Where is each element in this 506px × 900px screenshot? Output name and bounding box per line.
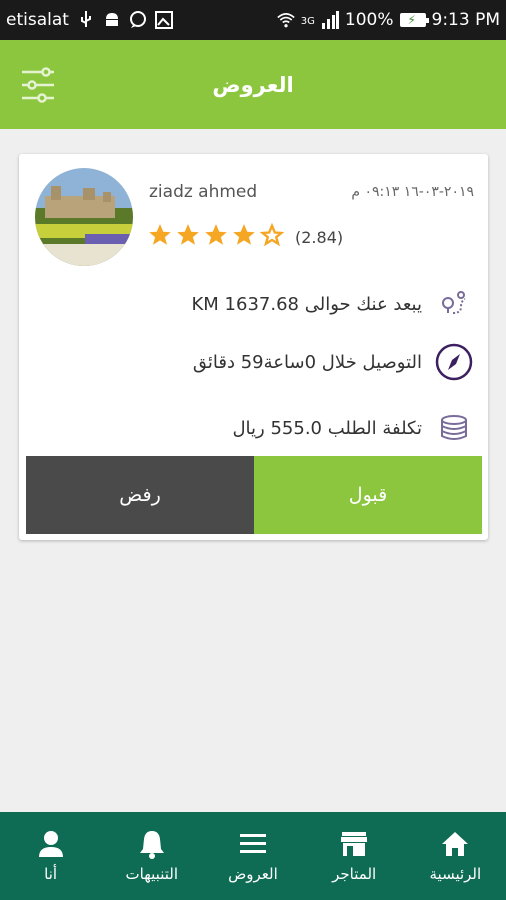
star-filled-icon — [205, 224, 227, 245]
offer-date: ٢٠١٩-٠٣-١٦ ٠٩:١٣ م — [351, 184, 474, 200]
star-filled-icon — [233, 224, 255, 245]
page-title: العروض — [212, 72, 294, 97]
cost-text: تكلفة الطلب 555.0 ريال — [232, 417, 422, 439]
android-icon — [103, 11, 121, 29]
coins-icon — [434, 408, 474, 448]
nav-item-notifications[interactable]: التنبيهات — [101, 812, 202, 900]
user-name: ziadz ahmed — [149, 182, 258, 202]
signal-icon — [321, 11, 339, 29]
clock: 9:13 PM — [431, 10, 501, 30]
nav-label: التنبيهات — [125, 865, 178, 883]
nav-label: المتاجر — [332, 865, 377, 883]
rating-value: (2.84) — [295, 228, 344, 247]
distance-row: يبعد عنك حوالى KM 1637.68 — [192, 284, 475, 324]
usb-icon — [77, 11, 95, 29]
star-outline-icon — [259, 222, 285, 247]
battery-percent: 100% — [344, 10, 394, 30]
chat-icon — [129, 11, 147, 29]
battery-icon: ⚡ — [399, 13, 429, 27]
rating-stars — [147, 222, 285, 248]
status-bar: etisalat 3G 100% ⚡ 9:13 PM — [0, 0, 506, 40]
store-icon — [341, 832, 368, 856]
carrier-label: etisalat — [6, 10, 69, 30]
filter-icon — [22, 67, 54, 103]
nav-label: العروض — [228, 865, 278, 883]
nav-item-offers[interactable]: العروض — [202, 812, 303, 900]
distance-text: يبعد عنك حوالى KM 1637.68 — [191, 293, 423, 315]
network-type: 3G — [300, 16, 315, 27]
offer-card: ziadz ahmed ٢٠١٩-٠٣-١٦ ٠٩:١٣ م (2.84) يب… — [19, 154, 488, 540]
nav-item-home[interactable]: الرئيسية — [405, 812, 506, 900]
nav-label: أنا — [44, 865, 58, 883]
bell-icon — [139, 831, 164, 859]
bottom-nav: أنا التنبيهات العروض المتاجر الرئيسية — [0, 812, 506, 900]
nav-item-profile[interactable]: أنا — [0, 812, 101, 900]
delivery-row: التوصيل خلال 0ساعة59 دقائق — [193, 342, 474, 382]
accept-button[interactable]: قبول — [254, 456, 482, 534]
nav-label: الرئيسية — [429, 865, 482, 883]
filter-button[interactable] — [20, 66, 56, 104]
star-filled-icon — [177, 224, 199, 245]
home-icon — [442, 832, 469, 856]
action-buttons: رفض قبول — [26, 456, 482, 534]
reject-button[interactable]: رفض — [26, 456, 254, 534]
route-icon — [434, 284, 474, 324]
avatar — [35, 168, 133, 266]
wifi-icon — [277, 11, 295, 29]
person-icon — [38, 831, 63, 857]
image-icon — [154, 11, 173, 29]
compass-icon — [434, 342, 474, 382]
delivery-text: التوصيل خلال 0ساعة59 دقائق — [192, 351, 422, 373]
menu-icon — [239, 834, 266, 853]
star-filled-icon — [149, 224, 171, 245]
app-bar: العروض — [0, 40, 506, 129]
cost-row: تكلفة الطلب 555.0 ريال — [232, 408, 474, 448]
nav-item-stores[interactable]: المتاجر — [304, 812, 405, 900]
